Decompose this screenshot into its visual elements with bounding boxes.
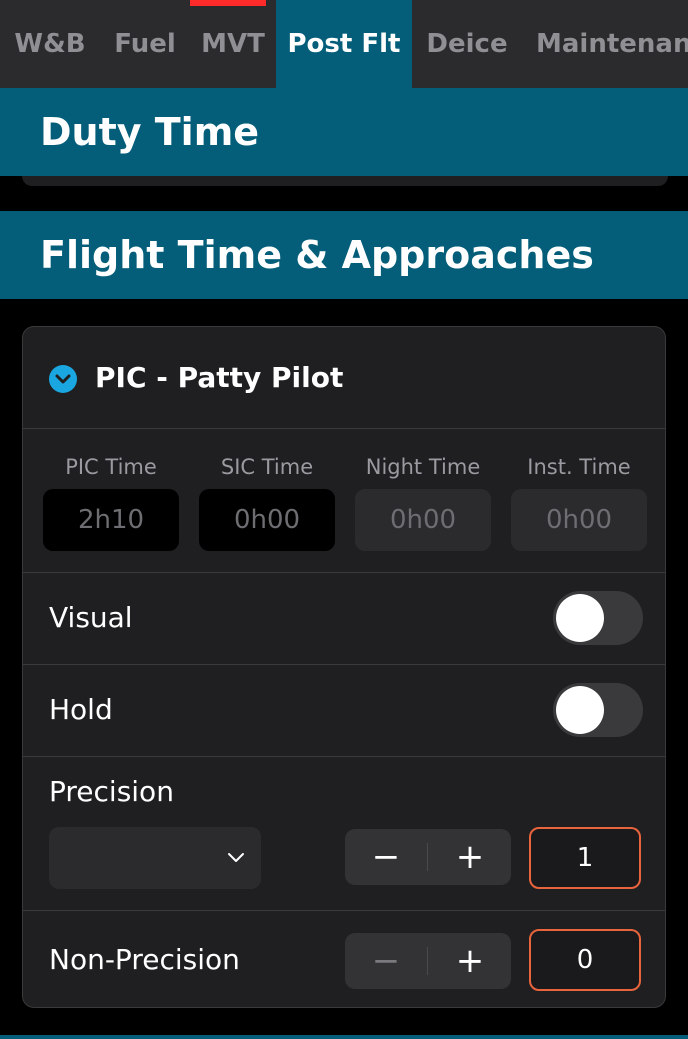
non-precision-minus-button[interactable]: − [345,933,427,989]
non-precision-stepper: − + [345,933,511,989]
stepper-divider [427,843,428,871]
non-precision-label: Non-Precision [49,943,240,976]
tab-label: Fuel [114,29,176,59]
tab-alert-marker [190,0,266,6]
precision-row: Precision − + 1 [23,757,665,911]
non-precision-row: Non-Precision − + 0 [23,911,665,1007]
inst-time-label: Inst. Time [527,455,631,479]
visual-row: Visual [23,573,665,665]
night-time-input[interactable]: 0h00 [355,489,491,551]
tab-deice[interactable]: Deice [412,0,522,88]
tab-post-flt[interactable]: Post Flt [276,0,412,88]
toggle-knob [556,594,604,642]
tab-label: MVT [201,29,265,59]
inst-time-input[interactable]: 0h00 [511,489,647,551]
visual-label: Visual [49,601,133,634]
section-title: Flight Time & Approaches [40,233,594,277]
sic-time-input[interactable]: 0h00 [199,489,335,551]
hold-label: Hold [49,693,113,726]
visual-toggle[interactable] [553,591,643,645]
pilot-card-header[interactable]: PIC - Patty Pilot [23,327,665,429]
tab-bar: W&B Fuel MVT Post Flt Deice Maintenan [0,0,688,88]
tab-label: W&B [14,29,86,59]
precision-minus-button[interactable]: − [345,829,427,885]
tab-label: Maintenan [536,29,688,59]
precision-count[interactable]: 1 [529,827,641,889]
duty-time-card-edge [22,176,668,186]
non-precision-plus-button[interactable]: + [429,933,511,989]
tab-mvt[interactable]: MVT [190,0,276,88]
stepper-divider [427,947,428,975]
next-section-edge [0,1035,688,1039]
hold-toggle[interactable] [553,683,643,737]
precision-stepper: − + [345,829,511,885]
section-duty-time[interactable]: Duty Time [0,88,688,176]
night-time-label: Night Time [365,455,481,479]
precision-type-select[interactable] [49,827,261,889]
section-flight-time[interactable]: Flight Time & Approaches [0,211,688,299]
precision-plus-button[interactable]: + [429,829,511,885]
chevron-down-icon[interactable] [49,365,77,393]
tab-fuel[interactable]: Fuel [100,0,190,88]
tab-label: Post Flt [287,29,401,59]
hold-row: Hold [23,665,665,757]
tab-maintenance[interactable]: Maintenan [522,0,688,88]
precision-label: Precision [49,775,174,808]
time-fields: PIC Time 2h10 SIC Time 0h00 Night Time 0… [23,429,665,573]
pilot-name: PIC - Patty Pilot [95,361,344,394]
pic-time-input[interactable]: 2h10 [43,489,179,551]
sic-time-label: SIC Time [220,455,314,479]
pic-time-label: PIC Time [65,455,157,479]
tab-label: Deice [426,29,508,59]
tab-wb[interactable]: W&B [0,0,100,88]
toggle-knob [556,686,604,734]
section-title: Duty Time [40,110,260,154]
non-precision-count[interactable]: 0 [529,929,641,991]
pilot-card: PIC - Patty Pilot PIC Time 2h10 SIC Time… [22,326,666,1008]
chevron-down-icon [228,853,244,862]
